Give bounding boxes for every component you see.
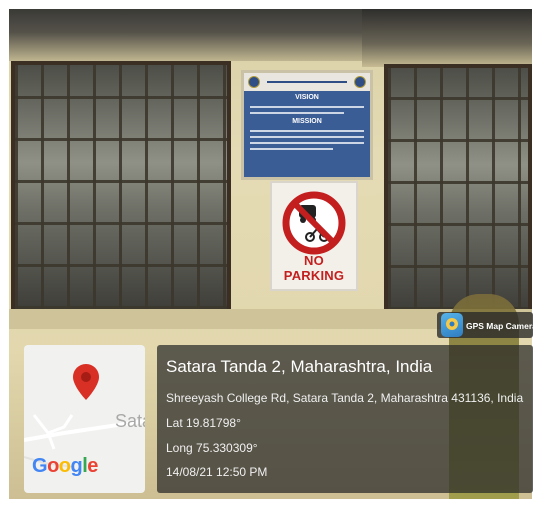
- right-window: [384, 64, 532, 314]
- timestamp-text: 14/08/21 12:50 PM: [166, 465, 268, 479]
- address-text: Shreeyash College Rd, Satara Tanda 2, Ma…: [166, 391, 524, 405]
- google-logo: Google: [32, 455, 98, 477]
- photo-frame: VISION MISSION NO PARKING GPS Map Camera…: [0, 0, 541, 507]
- longitude-text: Long 75.330309°: [166, 441, 258, 455]
- map-pin-icon: [73, 364, 99, 400]
- latitude-text: Lat 19.81798°: [166, 416, 241, 430]
- gps-map-camera-label: GPS Map Camera: [466, 321, 537, 331]
- board-mission-heading: MISSION: [292, 118, 322, 125]
- college-logo-icon: [354, 76, 366, 88]
- board-vision-heading: VISION: [295, 94, 319, 101]
- map-thumbnail: Sata Google: [24, 345, 145, 493]
- location-info-card: Satara Tanda 2, Maharashtra, India Shree…: [157, 345, 533, 493]
- left-window: [11, 61, 231, 313]
- gps-map-camera-badge: GPS Map Camera: [437, 312, 537, 338]
- no-parking-text: NO PARKING: [283, 253, 345, 283]
- roof-ledge-right: [362, 9, 532, 67]
- map-place-text: Sata: [115, 411, 145, 431]
- location-title: Satara Tanda 2, Maharashtra, India: [166, 357, 433, 376]
- college-logo-icon: [248, 76, 260, 88]
- vision-mission-board: VISION MISSION: [241, 70, 373, 180]
- no-parking-sign: NO PARKING: [270, 181, 358, 291]
- gps-map-camera-icon: [441, 313, 463, 337]
